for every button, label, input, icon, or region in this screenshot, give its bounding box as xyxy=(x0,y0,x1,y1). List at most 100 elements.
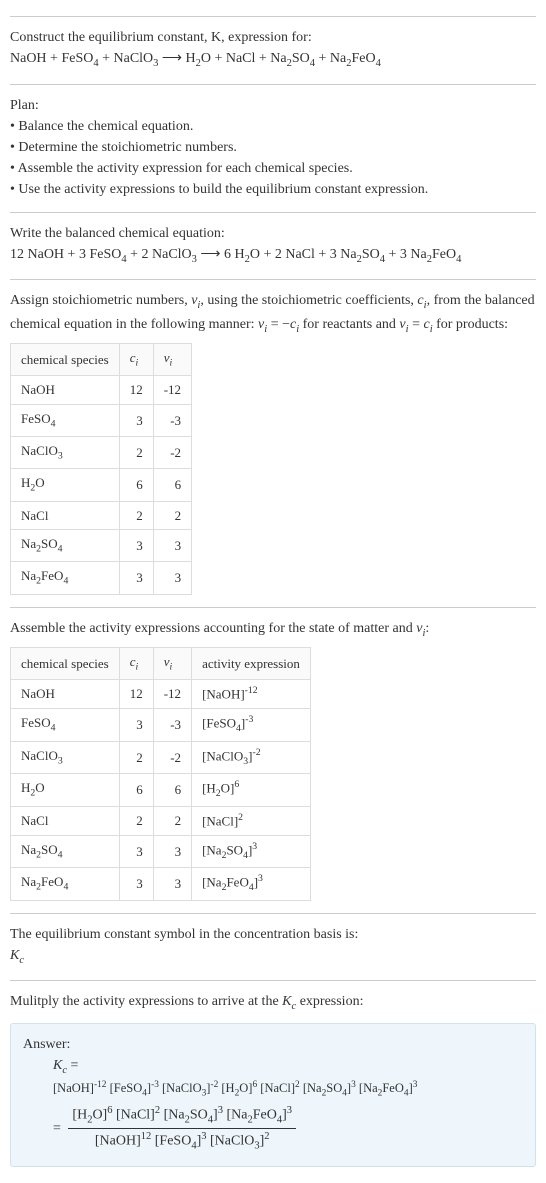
vi-cell: 6 xyxy=(153,469,191,501)
intro-line1: Construct the equilibrium constant, K, e… xyxy=(10,27,536,48)
intro-section: Construct the equilibrium constant, K, e… xyxy=(10,16,536,76)
vi-cell: 3 xyxy=(153,868,191,901)
vi-cell: -2 xyxy=(153,741,191,774)
table-row: NaOH12-12[NaOH]-12 xyxy=(11,680,311,709)
activity-cell: [Na2SO4]3 xyxy=(192,835,311,868)
plan-item: • Determine the stoichiometric numbers. xyxy=(10,137,536,158)
ci-cell: 12 xyxy=(119,680,153,709)
table-row: H2O66[H2O]6 xyxy=(11,774,311,807)
ci-cell: 6 xyxy=(119,469,153,501)
table-row: Na2SO433[Na2SO4]3 xyxy=(11,835,311,868)
ci-cell: 3 xyxy=(119,562,153,594)
balanced-heading: Write the balanced chemical equation: xyxy=(10,223,536,244)
plan-item: • Assemble the activity expression for e… xyxy=(10,158,536,179)
vi-cell: -12 xyxy=(153,680,191,709)
activity-cell: [H2O]6 xyxy=(192,774,311,807)
multiply-section: Mulitply the activity expressions to arr… xyxy=(10,980,536,1171)
activity-section: Assemble the activity expressions accoun… xyxy=(10,607,536,905)
species-cell: NaCl xyxy=(11,501,120,530)
table-row: FeSO43-3 xyxy=(11,404,192,436)
ci-cell: 2 xyxy=(119,741,153,774)
vi-cell: 6 xyxy=(153,774,191,807)
frac-numerator: [H2O]6 [NaCl]2 [Na2SO4]3 [Na2FeO4]3 xyxy=(68,1103,296,1129)
symbol-section: The equilibrium constant symbol in the c… xyxy=(10,913,536,973)
table-header: νi xyxy=(153,648,191,680)
species-cell: H2O xyxy=(11,469,120,501)
symbol-text: The equilibrium constant symbol in the c… xyxy=(10,924,536,945)
multiply-text: Mulitply the activity expressions to arr… xyxy=(10,991,536,1015)
activity-table: chemical species ci νi activity expressi… xyxy=(10,647,311,901)
table-header: ci xyxy=(119,344,153,376)
table-row: FeSO43-3[FeSO4]-3 xyxy=(11,709,311,742)
frac-denominator: [NaOH]12 [FeSO4]3 [NaClO3]2 xyxy=(68,1129,296,1154)
vi-cell: -3 xyxy=(153,709,191,742)
table-header: activity expression xyxy=(192,648,311,680)
ci-cell: 12 xyxy=(119,376,153,405)
table-row: NaCl22[NaCl]2 xyxy=(11,806,311,835)
stoich-table: chemical species ci νi NaOH12-12FeSO43-3… xyxy=(10,343,192,594)
stoich-text: Assign stoichiometric numbers, νi, using… xyxy=(10,290,536,337)
table-row: Na2SO433 xyxy=(11,530,192,562)
plan-item: • Use the activity expressions to build … xyxy=(10,179,536,200)
species-cell: Na2FeO4 xyxy=(11,868,120,901)
vi-cell: 2 xyxy=(153,501,191,530)
table-row: NaClO32-2 xyxy=(11,437,192,469)
stoich-section: Assign stoichiometric numbers, νi, using… xyxy=(10,279,536,598)
table-header: chemical species xyxy=(11,648,120,680)
table-header: νi xyxy=(153,344,191,376)
intro-equation: NaOH + FeSO4 + NaClO3 ⟶ H2O + NaCl + Na2… xyxy=(10,48,536,72)
vi-cell: 2 xyxy=(153,806,191,835)
activity-cell: [FeSO4]-3 xyxy=(192,709,311,742)
activity-text: Assemble the activity expressions accoun… xyxy=(10,618,536,642)
species-cell: Na2SO4 xyxy=(11,835,120,868)
answer-body: Kc = [NaOH]-12 [FeSO4]-3 [NaClO3]-2 [H2O… xyxy=(53,1055,523,1157)
symbol-kc: Kc xyxy=(10,945,536,969)
ci-cell: 3 xyxy=(119,709,153,742)
table-row: Na2FeO433 xyxy=(11,562,192,594)
balanced-equation: 12 NaOH + 3 FeSO4 + 2 NaClO3 ⟶ 6 H2O + 2… xyxy=(10,244,536,268)
vi-cell: 3 xyxy=(153,835,191,868)
vi-cell: -3 xyxy=(153,404,191,436)
species-cell: H2O xyxy=(11,774,120,807)
species-cell: FeSO4 xyxy=(11,709,120,742)
ci-cell: 3 xyxy=(119,404,153,436)
ci-cell: 3 xyxy=(119,868,153,901)
answer-box: Answer: Kc = [NaOH]-12 [FeSO4]-3 [NaClO3… xyxy=(10,1023,536,1168)
ci-cell: 2 xyxy=(119,437,153,469)
table-row: Na2FeO433[Na2FeO4]3 xyxy=(11,868,311,901)
answer-kc-equals: Kc = xyxy=(53,1055,523,1079)
ci-cell: 3 xyxy=(119,530,153,562)
table-header: chemical species xyxy=(11,344,120,376)
answer-line2: = [H2O]6 [NaCl]2 [Na2SO4]3 [Na2FeO4]3 [N… xyxy=(53,1101,523,1156)
activity-cell: [NaClO3]-2 xyxy=(192,741,311,774)
ci-cell: 6 xyxy=(119,774,153,807)
table-row: NaOH12-12 xyxy=(11,376,192,405)
balanced-section: Write the balanced chemical equation: 12… xyxy=(10,212,536,272)
table-row: H2O66 xyxy=(11,469,192,501)
table-row: NaCl22 xyxy=(11,501,192,530)
species-cell: FeSO4 xyxy=(11,404,120,436)
species-cell: NaOH xyxy=(11,376,120,405)
species-cell: NaClO3 xyxy=(11,741,120,774)
vi-cell: 3 xyxy=(153,562,191,594)
table-header: ci xyxy=(119,648,153,680)
vi-cell: 3 xyxy=(153,530,191,562)
answer-label: Answer: xyxy=(23,1034,523,1055)
activity-cell: [NaOH]-12 xyxy=(192,680,311,709)
species-cell: Na2FeO4 xyxy=(11,562,120,594)
species-cell: NaClO3 xyxy=(11,437,120,469)
plan-item: • Balance the chemical equation. xyxy=(10,116,536,137)
plan-heading: Plan: xyxy=(10,95,536,116)
plan-section: Plan: • Balance the chemical equation. •… xyxy=(10,84,536,204)
answer-line1: [NaOH]-12 [FeSO4]-3 [NaClO3]-2 [H2O]6 [N… xyxy=(53,1078,523,1101)
species-cell: NaOH xyxy=(11,680,120,709)
activity-cell: [NaCl]2 xyxy=(192,806,311,835)
species-cell: Na2SO4 xyxy=(11,530,120,562)
species-cell: NaCl xyxy=(11,806,120,835)
activity-cell: [Na2FeO4]3 xyxy=(192,868,311,901)
ci-cell: 3 xyxy=(119,835,153,868)
vi-cell: -2 xyxy=(153,437,191,469)
ci-cell: 2 xyxy=(119,501,153,530)
table-row: NaClO32-2[NaClO3]-2 xyxy=(11,741,311,774)
ci-cell: 2 xyxy=(119,806,153,835)
